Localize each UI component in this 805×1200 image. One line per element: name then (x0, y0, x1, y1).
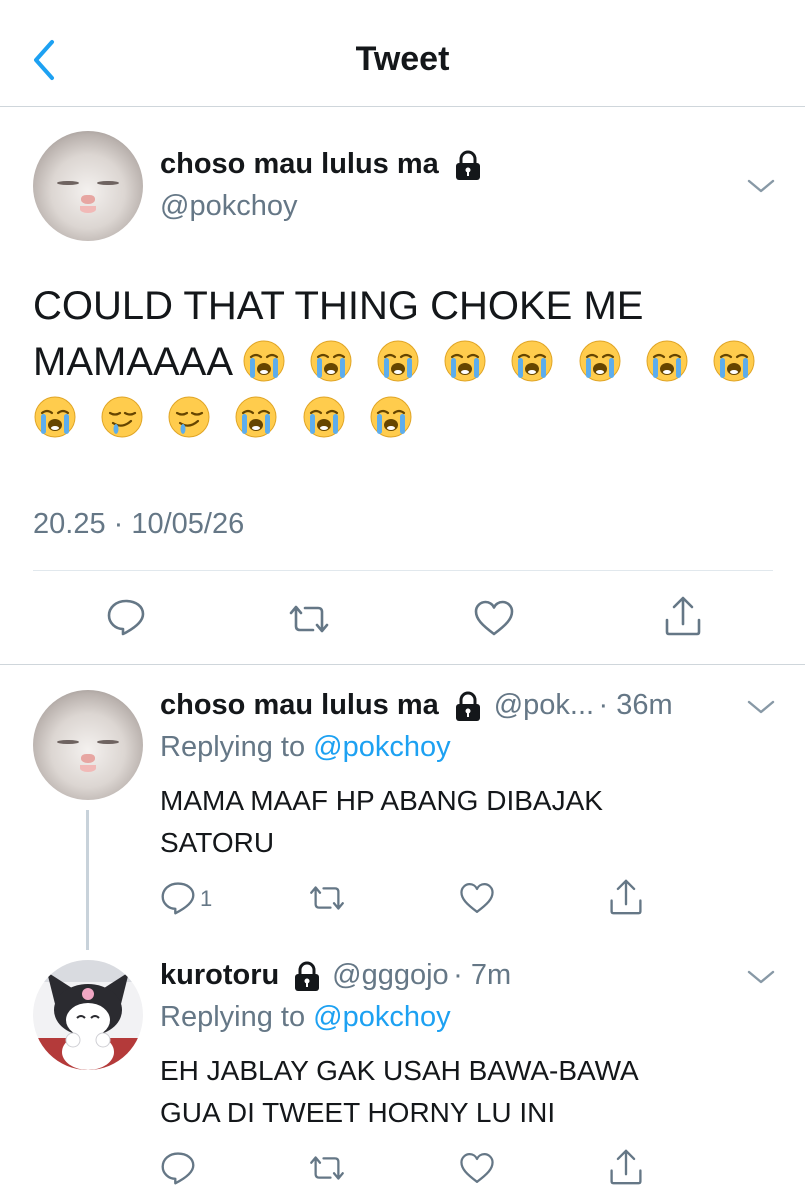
like-icon[interactable] (458, 880, 496, 916)
reply-icon[interactable] (160, 1150, 196, 1186)
display-name: choso mau lulus ma (160, 148, 439, 180)
loudly-crying-face-emoji-icon (376, 339, 420, 383)
display-name: choso mau lulus ma (160, 689, 439, 721)
handle[interactable]: @pokchoy (160, 190, 297, 223)
reply-author[interactable]: kurotoru @gggojo · 7m (160, 959, 511, 993)
loudly-crying-face-emoji-icon (242, 339, 286, 383)
chevron-down-icon[interactable] (746, 697, 776, 717)
reply-text: EH JABLAY GAK USAH BAWA-BAWA GUA DI TWEE… (160, 1050, 639, 1134)
loudly-crying-face-emoji-icon (33, 395, 77, 439)
share-icon[interactable] (663, 594, 703, 638)
display-name: kurotoru (160, 959, 280, 991)
avatar[interactable] (33, 960, 143, 1070)
chevron-down-icon[interactable] (746, 967, 776, 987)
header-divider (0, 106, 805, 107)
chevron-down-icon[interactable] (746, 176, 776, 196)
reply-author[interactable]: choso mau lulus ma @pok... · 36m (160, 689, 673, 723)
main-tweet-author[interactable]: choso mau lulus ma (160, 148, 483, 182)
reply-count: 1 (200, 886, 213, 911)
reply-text-line: GUA DI TWEET HORNY LU INI (160, 1097, 556, 1128)
divider (0, 664, 805, 665)
reply-text-line: SATORU (160, 827, 275, 858)
replying-prefix: Replying to (160, 731, 306, 763)
loudly-crying-face-emoji-icon (302, 395, 346, 439)
thread-line (86, 810, 89, 950)
like-icon[interactable] (472, 598, 516, 638)
loudly-crying-face-emoji-icon (443, 339, 487, 383)
retweet-icon[interactable] (285, 599, 333, 639)
reply-time: · 36m (598, 689, 673, 721)
handle: @gggojo (332, 959, 449, 991)
like-icon[interactable] (458, 1150, 496, 1186)
replying-to: Replying to @pokchoy (160, 1001, 451, 1034)
replying-handle-link[interactable]: @pokchoy (313, 731, 450, 763)
drooling-face-emoji-icon (100, 395, 144, 439)
kuromi-avatar-image (33, 960, 143, 1070)
handle: @pok... (493, 689, 595, 721)
reply-icon[interactable] (160, 880, 196, 916)
loudly-crying-face-emoji-icon (510, 339, 554, 383)
loudly-crying-face-emoji-icon (712, 339, 756, 383)
tweet-text: COULD THAT THING CHOKE ME MAMAAAA (33, 278, 778, 446)
reply-text-line: MAMA MAAF HP ABANG DIBAJAK (160, 785, 603, 816)
replying-to: Replying to @pokchoy (160, 731, 451, 764)
share-icon[interactable] (608, 1147, 644, 1187)
loudly-crying-face-emoji-icon (369, 395, 413, 439)
avatar[interactable] (33, 131, 143, 241)
loudly-crying-face-emoji-icon (309, 339, 353, 383)
retweet-icon[interactable] (306, 880, 348, 916)
reply-time: · 7m (453, 959, 512, 991)
loudly-crying-face-emoji-icon (645, 339, 689, 383)
reply-icon[interactable] (106, 597, 146, 637)
tweet-timestamp: 20.25 · 10/05/26 (33, 508, 245, 540)
drooling-face-emoji-icon (167, 395, 211, 439)
replying-prefix: Replying to (160, 1001, 306, 1033)
replying-handle-link[interactable]: @pokchoy (313, 1001, 450, 1033)
page-title: Tweet (355, 40, 450, 78)
reply-text-line: EH JABLAY GAK USAH BAWA-BAWA (160, 1055, 639, 1086)
loudly-crying-face-emoji-icon (234, 395, 278, 439)
share-icon[interactable] (608, 877, 644, 917)
lock-icon (453, 150, 483, 182)
retweet-icon[interactable] (306, 1150, 348, 1186)
divider (33, 570, 773, 571)
lock-icon (292, 961, 322, 993)
reply-text: MAMA MAAF HP ABANG DIBAJAK SATORU (160, 780, 603, 864)
loudly-crying-face-emoji-icon (578, 339, 622, 383)
avatar[interactable] (33, 690, 143, 800)
lock-icon (453, 691, 483, 723)
